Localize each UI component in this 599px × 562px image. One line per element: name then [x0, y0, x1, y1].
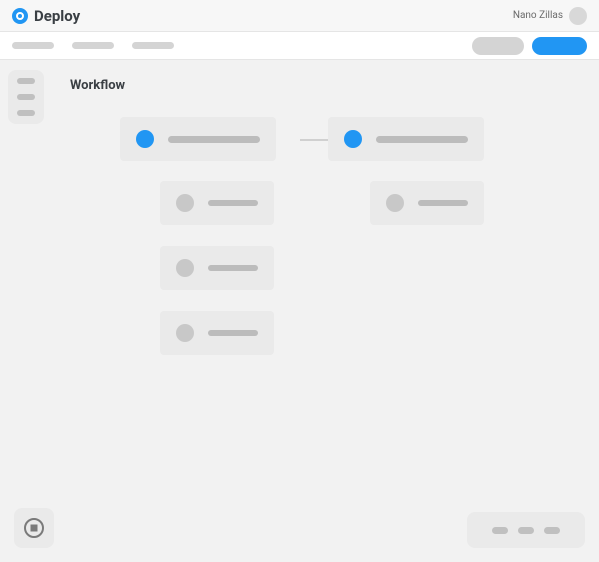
- app-title: Deploy: [34, 7, 80, 25]
- status-dot-idle-icon: [176, 324, 194, 342]
- status-dot-active-icon: [344, 130, 362, 148]
- nav-item[interactable]: [132, 42, 174, 49]
- sidebar: [8, 70, 44, 124]
- node-label: [208, 200, 258, 206]
- app-logo-icon: [12, 8, 28, 24]
- nav-item[interactable]: [72, 42, 114, 49]
- status-dot-active-icon: [136, 130, 154, 148]
- footer-actions: [467, 512, 585, 548]
- nav-item[interactable]: [12, 42, 54, 49]
- workflow-node[interactable]: [160, 246, 274, 290]
- user-name[interactable]: Nano Zillas: [513, 10, 563, 21]
- workflow-node[interactable]: [160, 311, 274, 355]
- status-dot-idle-icon: [176, 259, 194, 277]
- node-label: [376, 136, 468, 143]
- secondary-nav: [0, 32, 599, 60]
- avatar[interactable]: [569, 7, 587, 25]
- footer-action[interactable]: [492, 527, 508, 534]
- stop-button[interactable]: [14, 508, 54, 548]
- sidebar-item[interactable]: [17, 110, 35, 116]
- main-area: Workflow: [0, 60, 599, 562]
- node-label: [208, 265, 258, 271]
- section-title: Workflow: [70, 78, 599, 93]
- workflow-node[interactable]: [160, 181, 274, 225]
- status-dot-idle-icon: [176, 194, 194, 212]
- status-dot-idle-icon: [386, 194, 404, 212]
- footer-action[interactable]: [544, 527, 560, 534]
- top-bar: Deploy Nano Zillas: [0, 0, 599, 32]
- workflow-node[interactable]: [120, 117, 276, 161]
- app-brand[interactable]: Deploy: [12, 7, 80, 25]
- node-label: [168, 136, 260, 143]
- content: Workflow: [70, 78, 599, 562]
- workflow-node[interactable]: [370, 181, 484, 225]
- nav-action-primary[interactable]: [532, 37, 587, 55]
- sidebar-item[interactable]: [17, 78, 35, 84]
- sidebar-item[interactable]: [17, 94, 35, 100]
- node-label: [418, 200, 468, 206]
- nav-action-secondary[interactable]: [472, 37, 524, 55]
- node-label: [208, 330, 258, 336]
- workflow-node[interactable]: [328, 117, 484, 161]
- stop-icon: [23, 517, 45, 539]
- footer-action[interactable]: [518, 527, 534, 534]
